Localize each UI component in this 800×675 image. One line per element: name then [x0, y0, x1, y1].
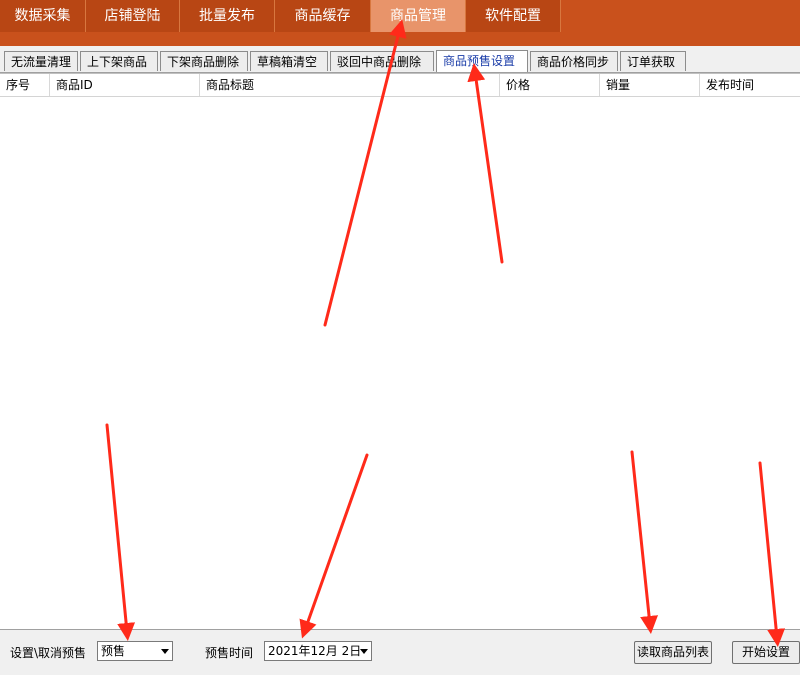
- nav-item-batch-publish[interactable]: 批量发布: [180, 0, 275, 32]
- tab-strip: 无流量清理 上下架商品 下架商品删除 草稿箱清空 驳回中商品删除 商品预售设置 …: [0, 46, 800, 73]
- column-header-sales[interactable]: 销量: [600, 74, 700, 96]
- column-header-index[interactable]: 序号: [0, 74, 50, 96]
- column-header-product-title[interactable]: 商品标题: [200, 74, 500, 96]
- presale-select-value: 预售: [101, 644, 126, 658]
- dropdown-arrow-icon: [161, 649, 169, 654]
- column-header-product-id[interactable]: 商品ID: [50, 74, 200, 96]
- tab-order-fetch[interactable]: 订单获取: [620, 51, 686, 71]
- nav-item-product-cache[interactable]: 商品缓存: [275, 0, 371, 32]
- presale-date-picker[interactable]: 2021年12月 2日: [264, 641, 372, 661]
- tab-list-delist-products[interactable]: 上下架商品: [80, 51, 158, 71]
- start-setting-button[interactable]: 开始设置: [732, 641, 800, 664]
- product-table[interactable]: 序号 商品ID 商品标题 价格 销量 发布时间: [0, 73, 800, 630]
- presale-select[interactable]: 预售: [97, 641, 173, 661]
- nav-item-shop-login[interactable]: 店铺登陆: [86, 0, 180, 32]
- column-header-publish-time[interactable]: 发布时间: [700, 74, 800, 96]
- column-header-price[interactable]: 价格: [500, 74, 600, 96]
- table-header: 序号 商品ID 商品标题 价格 销量 发布时间: [0, 74, 800, 97]
- main-nav: 数据采集 店铺登陆 批量发布 商品缓存 商品管理 软件配置: [0, 0, 561, 32]
- nav-item-product-management[interactable]: 商品管理: [371, 0, 466, 32]
- tab-product-presale-settings[interactable]: 商品预售设置: [436, 50, 528, 72]
- bottom-panel: 设置\取消预售 预售 预售时间 2021年12月 2日 读取商品列表 开始设置: [0, 629, 800, 675]
- nav-item-software-config[interactable]: 软件配置: [466, 0, 561, 32]
- tab-rejected-product-delete[interactable]: 驳回中商品删除: [330, 51, 434, 71]
- tab-draft-box-clear[interactable]: 草稿箱清空: [250, 51, 328, 71]
- tab-product-price-sync[interactable]: 商品价格同步: [530, 51, 618, 71]
- dropdown-arrow-icon: [360, 649, 368, 654]
- nav-item-data-collection[interactable]: 数据采集: [0, 0, 86, 32]
- presale-toggle-label: 设置\取消预售: [10, 646, 87, 660]
- read-product-list-button[interactable]: 读取商品列表: [634, 641, 712, 664]
- tab-delisted-product-delete[interactable]: 下架商品删除: [160, 51, 248, 71]
- top-nav-bar: 数据采集 店铺登陆 批量发布 商品缓存 商品管理 软件配置: [0, 0, 800, 46]
- presale-date-value: 2021年12月 2日: [268, 644, 362, 658]
- presale-time-label: 预售时间: [205, 646, 254, 660]
- tab-no-traffic-cleanup[interactable]: 无流量清理: [4, 51, 78, 71]
